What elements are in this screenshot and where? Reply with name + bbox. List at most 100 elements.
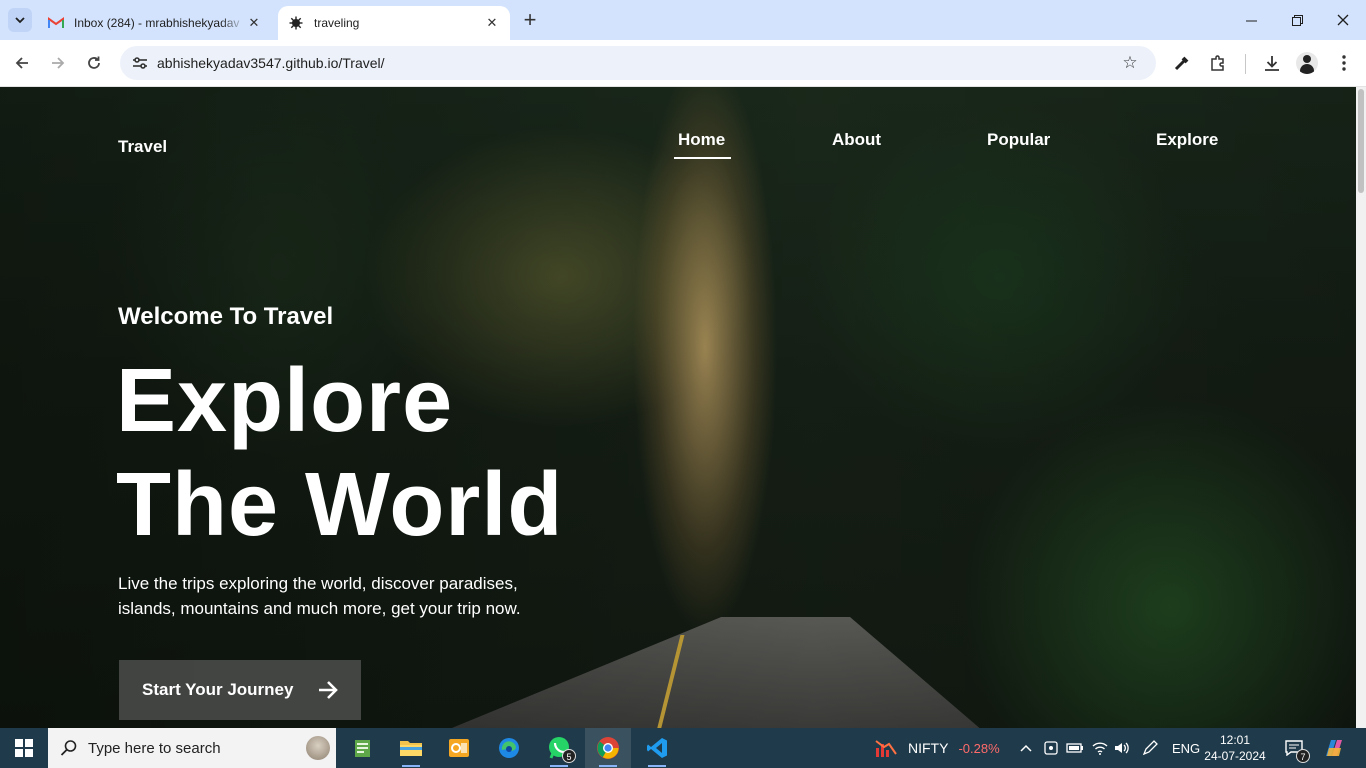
minimize-icon	[1245, 20, 1257, 21]
tab-search-button[interactable]	[8, 8, 32, 32]
stock-widget[interactable]: NIFTY -0.28%	[874, 728, 1000, 768]
nav-explore[interactable]: Explore	[1156, 130, 1218, 150]
meet-now-tray-icon[interactable]	[1044, 728, 1058, 768]
system-clock[interactable]: 12:01 24-07-2024	[1200, 732, 1270, 764]
minimize-button[interactable]	[1228, 0, 1274, 40]
page-scrollbar[interactable]	[1356, 87, 1366, 728]
hero-description: Live the trips exploring the world, disc…	[118, 574, 521, 618]
forward-button[interactable]	[44, 49, 72, 77]
bookmark-star-icon[interactable]: ☆	[1118, 51, 1142, 75]
taskbar-app-chrome[interactable]	[585, 728, 631, 768]
hero-headline: Explore The World	[116, 349, 563, 557]
reload-button[interactable]	[80, 49, 108, 77]
windows-logo-icon	[15, 739, 33, 757]
edge-icon	[499, 738, 519, 758]
taskbar-app-file-explorer[interactable]	[388, 728, 434, 768]
taskbar-app-edge[interactable]	[486, 728, 532, 768]
copilot-button[interactable]	[1316, 728, 1352, 768]
copilot-icon	[1326, 740, 1342, 756]
speaker-icon	[1115, 742, 1129, 754]
downloads-button[interactable]	[1258, 49, 1286, 77]
camera-icon	[1044, 741, 1058, 755]
whatsapp-unread-badge: 5	[562, 749, 576, 763]
file-explorer-icon	[400, 741, 422, 756]
outlook-icon	[449, 739, 469, 757]
stock-name: NIFTY	[908, 740, 949, 756]
taskbar-search-box[interactable]: Type here to search	[48, 728, 336, 768]
scrollbar-thumb[interactable]	[1358, 89, 1364, 193]
notepad-icon	[355, 740, 370, 757]
nav-about[interactable]: About	[832, 130, 881, 150]
chrome-menu-button[interactable]	[1330, 49, 1358, 77]
close-tab-icon[interactable]: ✕	[484, 15, 500, 31]
pen-icon	[1142, 740, 1158, 756]
eyedropper-icon	[1174, 56, 1189, 71]
windows-taskbar: Type here to search 5 NIFTY -0.28% ENG 1…	[0, 728, 1366, 768]
volume-tray-icon[interactable]	[1114, 728, 1130, 768]
tab-title: traveling	[314, 16, 360, 30]
taskbar-app-whatsapp[interactable]: 5	[536, 728, 582, 768]
site-icon	[288, 15, 304, 31]
restore-icon	[1291, 14, 1303, 26]
address-bar[interactable]: abhishekyadav3547.github.io/Travel/ ☆	[120, 46, 1156, 80]
nav-popular[interactable]: Popular	[987, 130, 1050, 150]
chevron-up-icon	[1020, 744, 1032, 752]
site-logo[interactable]: Travel	[118, 137, 167, 157]
tab-strip: Inbox (284) - mrabhishekyadav ✕ travelin…	[0, 0, 1366, 40]
hero-headline-line-2: The World	[116, 455, 564, 555]
search-icon	[60, 740, 77, 756]
hero-headline-line-1: Explore	[116, 351, 454, 451]
tab-gmail[interactable]: Inbox (284) - mrabhishekyadav ✕	[38, 6, 272, 40]
vscode-icon	[647, 738, 667, 758]
puzzle-icon	[1211, 55, 1224, 71]
pen-tray-icon[interactable]	[1142, 728, 1158, 768]
arrow-right-icon	[319, 681, 338, 699]
tab-traveling[interactable]: traveling ✕	[278, 6, 510, 40]
taskbar-app-outlook[interactable]	[436, 728, 482, 768]
close-window-button[interactable]	[1320, 0, 1366, 40]
back-button[interactable]	[8, 49, 36, 77]
language-indicator[interactable]: ENG	[1172, 728, 1200, 768]
stock-chart-icon	[875, 740, 897, 757]
profile-avatar[interactable]	[1296, 52, 1318, 74]
stock-change: -0.28%	[958, 740, 1000, 756]
url-text[interactable]: abhishekyadav3547.github.io/Travel/	[157, 55, 385, 71]
taskbar-app-vscode[interactable]	[634, 728, 680, 768]
gmail-icon	[48, 15, 64, 31]
clock-date: 24-07-2024	[1204, 749, 1266, 763]
close-icon	[1337, 14, 1349, 26]
tab-title: Inbox (284) - mrabhishekyadav	[74, 16, 240, 30]
close-tab-icon[interactable]: ✕	[246, 15, 262, 31]
battery-icon	[1066, 743, 1083, 753]
chrome-icon	[597, 737, 619, 759]
more-vertical-icon	[1342, 55, 1346, 71]
clock-time: 12:01	[1219, 733, 1251, 747]
battery-tray-icon[interactable]	[1066, 728, 1084, 768]
new-tab-button[interactable]: +	[518, 9, 542, 33]
extensions-button[interactable]	[1204, 49, 1232, 77]
start-journey-label: Start Your Journey	[142, 680, 294, 699]
restore-button[interactable]	[1274, 0, 1320, 40]
notification-count-badge: 7	[1296, 749, 1310, 763]
notification-center-button[interactable]: 7	[1276, 728, 1312, 768]
back-arrow-icon	[15, 57, 28, 69]
show-hidden-icons-button[interactable]	[1020, 728, 1032, 768]
chevron-down-icon	[15, 17, 25, 24]
taskbar-search-placeholder: Type here to search	[88, 740, 221, 757]
start-journey-button[interactable]: Start Your Journey	[119, 660, 361, 720]
browser-toolbar: abhishekyadav3547.github.io/Travel/ ☆	[0, 40, 1366, 87]
site-info-icon[interactable]	[128, 51, 152, 75]
forward-arrow-icon	[52, 57, 65, 69]
toolbar-divider	[1245, 54, 1246, 74]
reload-icon	[88, 56, 100, 69]
wifi-icon	[1092, 742, 1108, 755]
taskbar-app-notepad[interactable]	[340, 728, 386, 768]
eyedropper-extension-button[interactable]	[1168, 49, 1196, 77]
nav-home[interactable]: Home	[673, 130, 732, 159]
hero-subtitle: Welcome To Travel	[118, 303, 334, 330]
network-tray-icon[interactable]	[1092, 728, 1108, 768]
hero-section: Travel Home About Popular Explore Welcom…	[0, 87, 1356, 728]
search-highlight-icon[interactable]	[306, 736, 330, 760]
start-button[interactable]	[0, 728, 48, 768]
download-icon	[1265, 56, 1279, 71]
